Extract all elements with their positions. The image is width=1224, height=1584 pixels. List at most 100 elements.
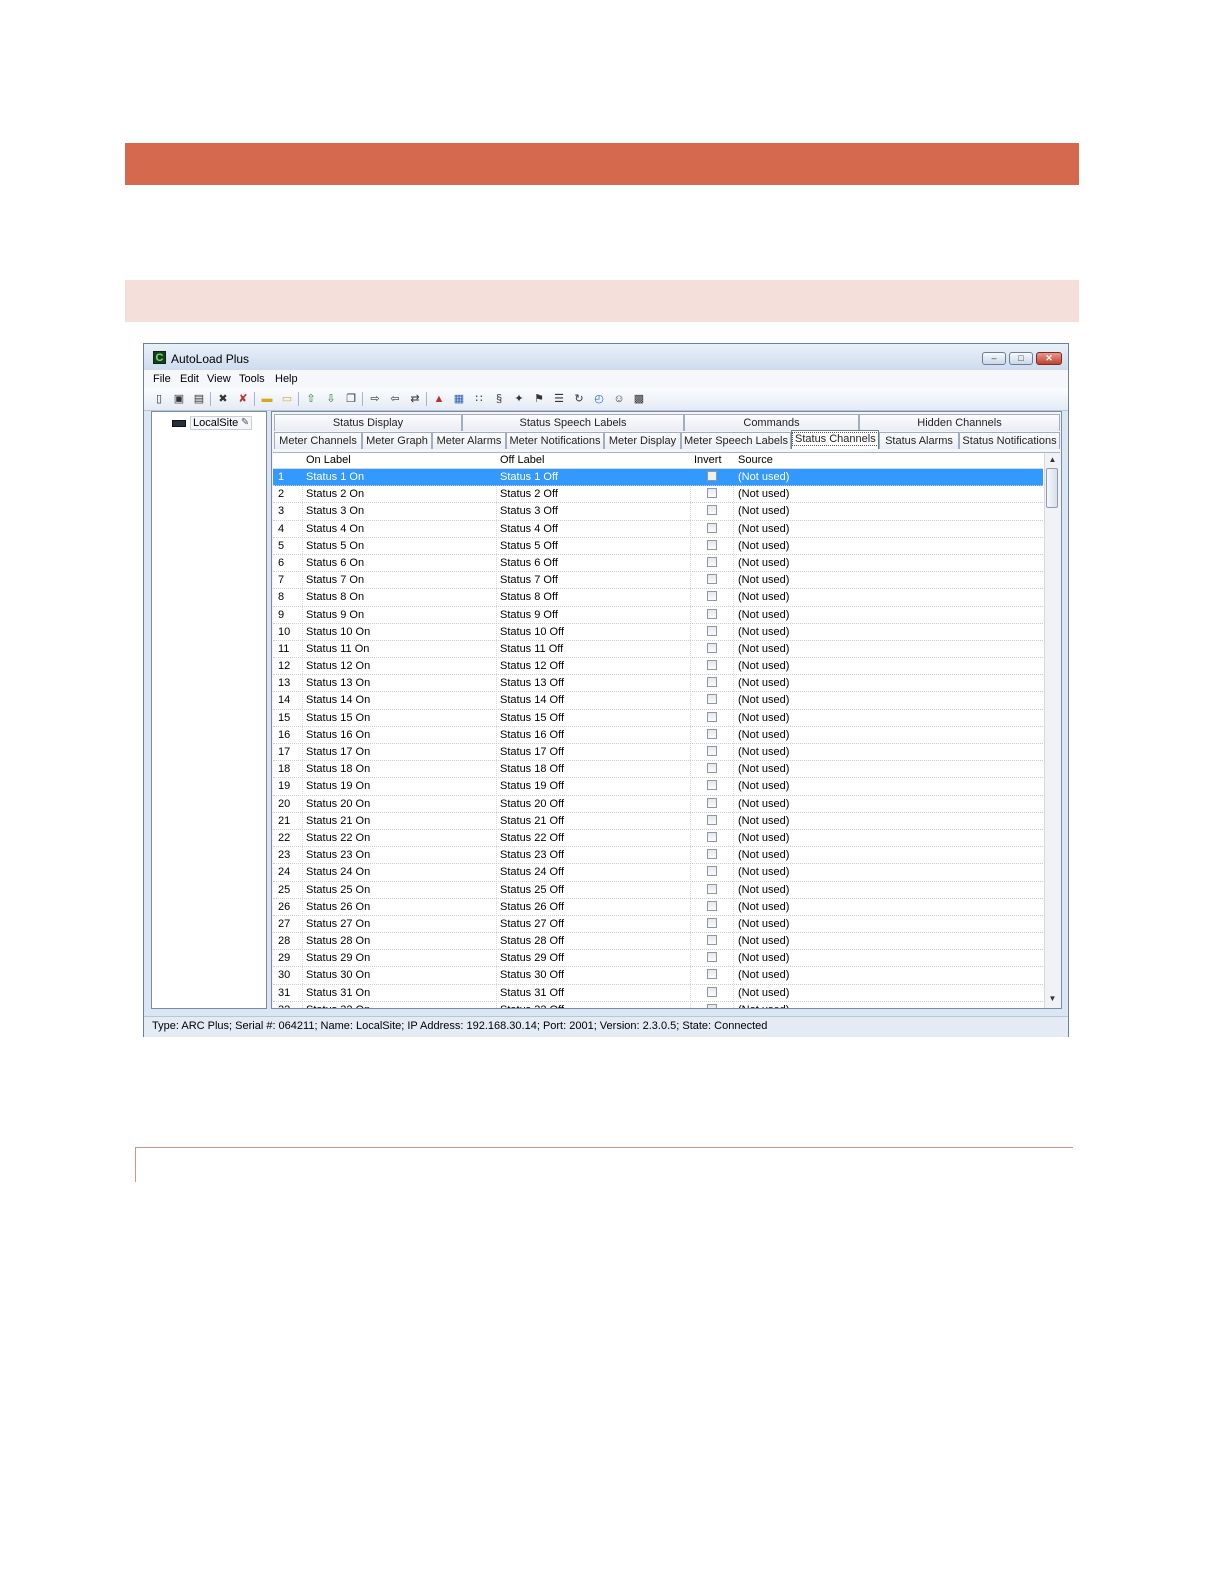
remove-site-icon[interactable]: ✘ bbox=[236, 392, 250, 406]
download-icon[interactable]: ⇩ bbox=[324, 392, 338, 406]
new-icon[interactable]: ▯ bbox=[152, 392, 166, 406]
off-label-cell[interactable]: Status 30 Off bbox=[500, 969, 564, 981]
table-row[interactable]: 16 Status 16 On Status 16 Off (Not used) bbox=[273, 727, 1043, 744]
invert-checkbox[interactable] bbox=[707, 574, 717, 585]
off-label-cell[interactable]: Status 31 Off bbox=[500, 987, 564, 999]
vertical-scrollbar[interactable]: ▲ ▼ bbox=[1044, 453, 1060, 1008]
users-icon[interactable]: ☺ bbox=[612, 392, 626, 406]
off-label-cell[interactable]: Status 7 Off bbox=[500, 574, 558, 586]
on-label-cell[interactable]: Status 30 On bbox=[306, 969, 370, 981]
invert-checkbox[interactable] bbox=[707, 935, 717, 946]
invert-checkbox[interactable] bbox=[707, 591, 717, 602]
tab-hidden-channels[interactable]: Hidden Channels bbox=[859, 414, 1060, 431]
invert-checkbox[interactable] bbox=[707, 883, 717, 894]
tab-meter-channels[interactable]: Meter Channels bbox=[274, 432, 362, 449]
source-cell[interactable]: (Not used) bbox=[738, 557, 789, 569]
off-label-cell[interactable]: Status 19 Off bbox=[500, 780, 564, 792]
invert-checkbox[interactable] bbox=[707, 866, 717, 877]
source-cell[interactable]: (Not used) bbox=[738, 849, 789, 861]
scroll-thumb[interactable] bbox=[1046, 468, 1058, 508]
table-row[interactable]: 14 Status 14 On Status 14 Off (Not used) bbox=[273, 692, 1043, 710]
table-row[interactable]: 21 Status 21 On Status 21 Off (Not used) bbox=[273, 813, 1043, 830]
on-label-cell[interactable]: Status 4 On bbox=[306, 523, 364, 535]
on-label-cell[interactable]: Status 19 On bbox=[306, 780, 370, 792]
tab-status-channels[interactable]: Status Channels bbox=[791, 430, 879, 449]
sync-icon[interactable]: ↻ bbox=[572, 392, 586, 406]
source-cell[interactable]: (Not used) bbox=[738, 935, 789, 947]
table-row[interactable]: 6 Status 6 On Status 6 Off (Not used) bbox=[273, 555, 1043, 573]
table-row[interactable]: 10 Status 10 On Status 10 Off (Not used) bbox=[273, 624, 1043, 641]
receive-icon[interactable]: ⇦ bbox=[388, 392, 402, 406]
table-row[interactable]: 4 Status 4 On Status 4 Off (Not used) bbox=[273, 521, 1043, 538]
transfer-icon[interactable]: ⇄ bbox=[408, 392, 422, 406]
copy-icon[interactable]: ❐ bbox=[344, 392, 358, 406]
table-row[interactable]: 32 Status 32 On Status 32 Off (Not used) bbox=[273, 1002, 1043, 1008]
alarm-icon[interactable]: ▲ bbox=[432, 392, 446, 406]
open-icon[interactable]: ▭ bbox=[280, 392, 294, 406]
on-label-cell[interactable]: Status 6 On bbox=[306, 557, 364, 569]
on-label-cell[interactable]: Status 21 On bbox=[306, 815, 370, 827]
edit-pencil-icon[interactable]: ✎ bbox=[241, 417, 249, 428]
on-label-cell[interactable]: Status 29 On bbox=[306, 952, 370, 964]
invert-checkbox[interactable] bbox=[707, 814, 717, 825]
source-cell[interactable]: (Not used) bbox=[738, 540, 789, 552]
on-label-cell[interactable]: Status 1 On bbox=[306, 471, 364, 483]
tab-commands[interactable]: Commands bbox=[684, 414, 859, 431]
source-cell[interactable]: (Not used) bbox=[738, 746, 789, 758]
off-label-cell[interactable]: Status 27 Off bbox=[500, 918, 564, 930]
on-label-cell[interactable]: Status 22 On bbox=[306, 832, 370, 844]
off-label-cell[interactable]: Status 13 Off bbox=[500, 677, 564, 689]
invert-checkbox[interactable] bbox=[707, 952, 717, 963]
source-cell[interactable]: (Not used) bbox=[738, 677, 789, 689]
invert-checkbox[interactable] bbox=[707, 780, 717, 791]
invert-checkbox[interactable] bbox=[707, 1003, 717, 1008]
source-cell[interactable]: (Not used) bbox=[738, 832, 789, 844]
source-cell[interactable]: (Not used) bbox=[738, 987, 789, 999]
on-label-cell[interactable]: Status 17 On bbox=[306, 746, 370, 758]
off-label-cell[interactable]: Status 2 Off bbox=[500, 488, 558, 500]
on-label-cell[interactable]: Status 5 On bbox=[306, 540, 364, 552]
off-label-cell[interactable]: Status 28 Off bbox=[500, 935, 564, 947]
invert-checkbox[interactable] bbox=[707, 694, 717, 705]
table-row[interactable]: 24 Status 24 On Status 24 Off (Not used) bbox=[273, 864, 1043, 882]
table-row[interactable]: 25 Status 25 On Status 25 Off (Not used) bbox=[273, 882, 1043, 899]
channels-icon[interactable]: ∷ bbox=[472, 392, 486, 406]
column-invert[interactable]: Invert bbox=[694, 454, 722, 466]
off-label-cell[interactable]: Status 22 Off bbox=[500, 832, 564, 844]
invert-checkbox[interactable] bbox=[707, 711, 717, 722]
column-off-label[interactable]: Off Label bbox=[500, 454, 544, 466]
tab-status-alarms[interactable]: Status Alarms bbox=[879, 432, 959, 449]
source-cell[interactable]: (Not used) bbox=[738, 918, 789, 930]
close-button[interactable]: ✕ bbox=[1036, 352, 1062, 365]
off-label-cell[interactable]: Status 21 Off bbox=[500, 815, 564, 827]
table-row[interactable]: 12 Status 12 On Status 12 Off (Not used) bbox=[273, 658, 1043, 676]
source-cell[interactable]: (Not used) bbox=[738, 471, 789, 483]
invert-checkbox[interactable] bbox=[707, 831, 717, 842]
source-cell[interactable]: (Not used) bbox=[738, 763, 789, 775]
table-row[interactable]: 1 Status 1 On Status 1 Off (Not used) bbox=[273, 469, 1043, 487]
title-bar[interactable]: C AutoLoad Plus – □ ✕ bbox=[144, 344, 1068, 370]
on-label-cell[interactable]: Status 8 On bbox=[306, 591, 364, 603]
invert-checkbox[interactable] bbox=[707, 763, 717, 774]
minimize-button[interactable]: – bbox=[982, 352, 1006, 365]
table-row[interactable]: 26 Status 26 On Status 26 Off (Not used) bbox=[273, 899, 1043, 916]
invert-checkbox[interactable] bbox=[707, 522, 717, 533]
invert-checkbox[interactable] bbox=[707, 797, 717, 808]
table-row[interactable]: 2 Status 2 On Status 2 Off (Not used) bbox=[273, 486, 1043, 504]
site-tree[interactable]: LocalSite ✎ bbox=[151, 411, 267, 1009]
on-label-cell[interactable]: Status 28 On bbox=[306, 935, 370, 947]
invert-checkbox[interactable] bbox=[707, 917, 717, 928]
invert-checkbox[interactable] bbox=[707, 986, 717, 997]
off-label-cell[interactable]: Status 10 Off bbox=[500, 626, 564, 638]
macro-icon[interactable]: ✦ bbox=[512, 392, 526, 406]
invert-checkbox[interactable] bbox=[707, 471, 717, 481]
on-label-cell[interactable]: Status 27 On bbox=[306, 918, 370, 930]
invert-checkbox[interactable] bbox=[707, 608, 717, 619]
table-row[interactable]: 23 Status 23 On Status 23 Off (Not used) bbox=[273, 847, 1043, 865]
source-cell[interactable]: (Not used) bbox=[738, 694, 789, 706]
on-label-cell[interactable]: Status 31 On bbox=[306, 987, 370, 999]
invert-checkbox[interactable] bbox=[707, 746, 717, 756]
send-icon[interactable]: ⇨ bbox=[368, 392, 382, 406]
on-label-cell[interactable]: Status 26 On bbox=[306, 901, 370, 913]
menu-help[interactable]: Help bbox=[275, 373, 298, 385]
